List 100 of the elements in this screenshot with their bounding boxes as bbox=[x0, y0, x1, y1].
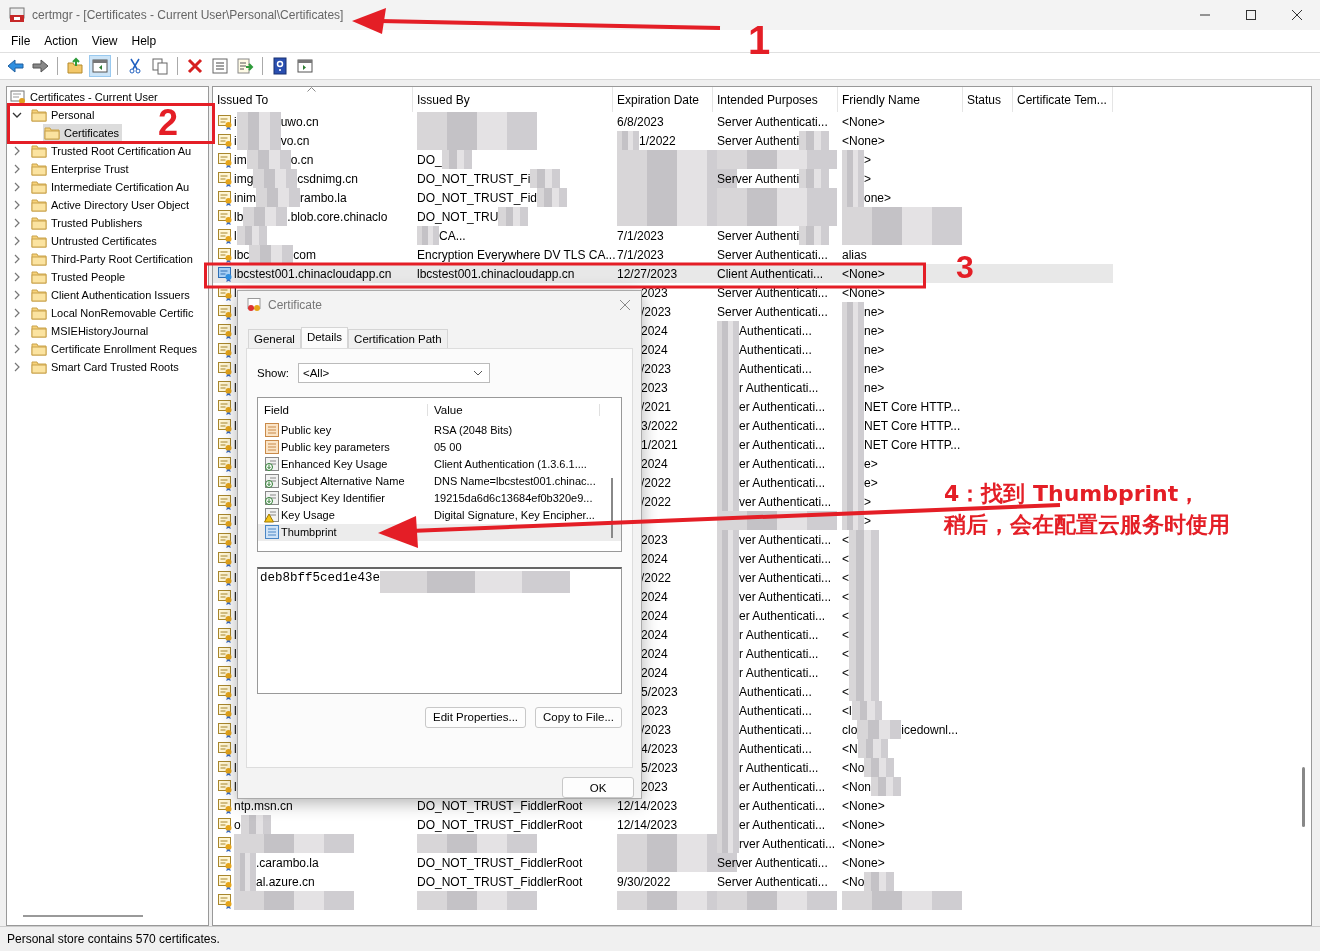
tab[interactable]: Details bbox=[300, 326, 349, 348]
cell-text: < bbox=[842, 627, 849, 642]
cell-text: <None> bbox=[842, 114, 885, 129]
cell-text: r Authenticati... bbox=[739, 380, 819, 395]
tree-item[interactable]: Active Directory User Object bbox=[30, 196, 193, 214]
tree-item[interactable]: Certificates bbox=[43, 124, 123, 142]
cell-text: <Non bbox=[842, 779, 872, 794]
forward-arrow-icon[interactable] bbox=[31, 57, 49, 75]
field-row[interactable]: Enhanced Key Usage Client Authentication (1.3.6.1.... bbox=[258, 455, 621, 473]
cell-text: ver Authenticati... bbox=[739, 532, 832, 547]
cell-text: e> bbox=[864, 475, 878, 490]
menu-item[interactable]: View bbox=[84, 34, 125, 48]
field-row[interactable]: Public key parameters 05 00 bbox=[258, 438, 621, 456]
column-header[interactable]: Friendly Name bbox=[838, 87, 963, 112]
column-header[interactable]: Value bbox=[428, 403, 600, 416]
certificate-icon bbox=[217, 531, 233, 548]
cell-text: Server Authenti bbox=[717, 133, 800, 148]
cell-text: RSA (2048 Bits) bbox=[434, 424, 513, 437]
cell-text: Server Authenticati... bbox=[717, 114, 828, 129]
show-dropdown[interactable]: <All> bbox=[297, 362, 490, 383]
cell-text: <None> bbox=[842, 133, 885, 148]
tree-item[interactable]: Enterprise Trust bbox=[30, 160, 132, 178]
cell-text: 7/1/2023 bbox=[617, 228, 664, 243]
cell-text: Authenticati... bbox=[739, 722, 812, 737]
tree-item[interactable]: Untrusted Certificates bbox=[30, 232, 160, 250]
cell-text: l bbox=[234, 323, 237, 338]
folder-up-icon[interactable] bbox=[66, 57, 84, 75]
menu-item[interactable]: Help bbox=[124, 34, 164, 48]
tree-item[interactable]: MSIEHistoryJournal bbox=[30, 322, 152, 340]
column-header[interactable]: Certificate Tem... bbox=[1013, 87, 1113, 112]
cell-text: 2024 bbox=[641, 323, 668, 338]
copy-icon[interactable] bbox=[151, 57, 169, 75]
cell-text: DO_NOT_TRUST_Fi bbox=[417, 171, 531, 186]
dialog-button[interactable]: Copy to File... bbox=[535, 706, 622, 728]
tree-item[interactable]: Intermediate Certification Au bbox=[30, 178, 193, 196]
menu-item[interactable]: Action bbox=[37, 34, 85, 48]
help-icon[interactable] bbox=[271, 57, 289, 75]
cell-text: DO_NOT_TRUST_FiddlerRoot bbox=[417, 817, 583, 832]
certificate-icon bbox=[217, 721, 233, 738]
cell-text: <N bbox=[842, 741, 858, 756]
tree-item[interactable]: Certificates - Current User bbox=[30, 91, 158, 103]
console-window-icon[interactable] bbox=[296, 57, 314, 75]
field-row[interactable]: Key Usage Digital Signature, Key Encipher... bbox=[258, 506, 621, 524]
column-header[interactable]: Expiration Date bbox=[613, 87, 713, 112]
cell-text: l bbox=[234, 779, 237, 794]
cell-text: Server Authenti bbox=[717, 228, 800, 243]
cell-text: l bbox=[234, 532, 237, 547]
tree-item[interactable]: Client Authentication Issuers bbox=[30, 286, 193, 304]
tab[interactable]: General bbox=[248, 328, 301, 348]
cell-text: l bbox=[234, 665, 237, 680]
dialog-button[interactable]: Edit Properties... bbox=[425, 706, 527, 728]
cell-text: /2021 bbox=[641, 399, 672, 414]
certificate-icon bbox=[217, 379, 233, 396]
cell-text: Subject Alternative Name bbox=[281, 475, 405, 488]
scissors-icon[interactable] bbox=[126, 57, 144, 75]
tree-item[interactable]: Personal bbox=[30, 106, 98, 124]
ok-button[interactable]: OK bbox=[562, 777, 634, 798]
export-icon[interactable] bbox=[236, 57, 254, 75]
tree-item[interactable]: Third-Party Root Certification bbox=[30, 250, 196, 268]
tree-item[interactable]: Smart Card Trusted Roots bbox=[30, 358, 182, 376]
column-header[interactable]: Intended Purposes bbox=[713, 87, 838, 112]
cell-text: 19215da6d6c13684ef0b320e9... bbox=[434, 492, 593, 505]
chevron-icon[interactable] bbox=[12, 110, 22, 120]
annotation-number: 2 bbox=[158, 102, 179, 144]
cell-text: Authenticati... bbox=[739, 323, 812, 338]
back-arrow-icon[interactable] bbox=[6, 57, 24, 75]
cell-text: img bbox=[234, 171, 254, 186]
scrollbar[interactable] bbox=[23, 915, 143, 917]
scrollbar-thumb[interactable] bbox=[1302, 767, 1305, 827]
cell-text: e> bbox=[864, 456, 878, 471]
cell-text: 7/1/2023 bbox=[617, 247, 664, 262]
cell-text: NET Core HTTP... bbox=[864, 418, 961, 433]
cell-text: uwo.cn bbox=[280, 114, 319, 129]
annotation-text: 稍后，会在配置云服务时使用 bbox=[944, 511, 1230, 539]
folder-icon bbox=[31, 143, 47, 159]
cell-text: DO_ bbox=[417, 152, 442, 167]
cell-text: 2024 bbox=[641, 456, 668, 471]
certificate-icon bbox=[217, 265, 233, 282]
menu-item[interactable]: File bbox=[4, 34, 38, 48]
delete-icon[interactable] bbox=[186, 57, 204, 75]
cell-text: 2023 bbox=[641, 779, 668, 794]
tree-item[interactable]: Trusted Root Certification Au bbox=[30, 142, 195, 160]
tree-item[interactable]: Trusted Publishers bbox=[30, 214, 146, 232]
close-icon[interactable] bbox=[619, 298, 631, 311]
certificate-store-icon bbox=[10, 89, 26, 105]
cell-text: CA... bbox=[439, 228, 466, 243]
tree-item[interactable]: Trusted People bbox=[30, 268, 129, 286]
scrollbar-thumb[interactable] bbox=[611, 477, 613, 538]
cell-text: NET Core HTTP... bbox=[864, 399, 961, 414]
tab[interactable]: Certification Path bbox=[348, 328, 448, 348]
column-header[interactable]: Field bbox=[258, 403, 428, 416]
field-row[interactable]: Subject Key Identifier 19215da6d6c13684ef0b320e9... bbox=[258, 489, 621, 507]
column-header[interactable]: Status bbox=[963, 87, 1013, 112]
field-row[interactable]: Public key RSA (2048 Bits) bbox=[258, 421, 621, 439]
tree-item[interactable]: Certificate Enrollment Reques bbox=[30, 340, 201, 358]
field-row[interactable]: Subject Alternative Name DNS Name=lbcstest001.chinac... bbox=[258, 472, 621, 490]
cell-text: l bbox=[234, 589, 237, 604]
tree-pane-icon[interactable] bbox=[91, 57, 109, 75]
tree-item[interactable]: Local NonRemovable Certific bbox=[30, 304, 197, 322]
properties-icon[interactable] bbox=[211, 57, 229, 75]
